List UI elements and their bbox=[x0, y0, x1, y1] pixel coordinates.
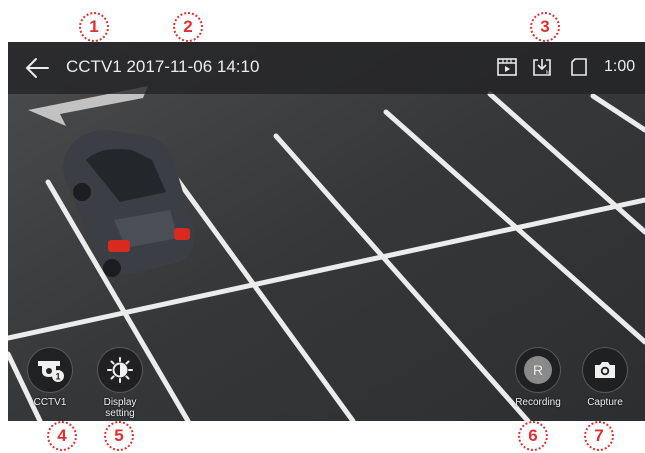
cctv-camera-icon: 1 bbox=[38, 361, 64, 382]
cctv-label: CCTV1 bbox=[33, 397, 67, 408]
cctv-badge: 1 bbox=[55, 372, 60, 382]
record-icon: R bbox=[524, 356, 552, 384]
callout-7: 7 bbox=[584, 421, 614, 451]
top-bar: CCTV1 2017-11-06 14:10 M 1:00 bbox=[8, 42, 645, 94]
svg-text:M: M bbox=[546, 70, 550, 76]
brightness-contrast-icon bbox=[107, 357, 133, 383]
display-setting-label: Display setting bbox=[103, 397, 137, 419]
sd-card-icon bbox=[571, 58, 587, 76]
camera-title: CCTV1 2017-11-06 14:10 bbox=[66, 57, 259, 77]
cctv-control: 1 CCTV1 bbox=[10, 347, 90, 408]
download-box-icon[interactable]: M bbox=[531, 56, 553, 78]
cctv-button[interactable]: 1 bbox=[27, 347, 73, 393]
camera-name: CCTV1 bbox=[66, 57, 122, 76]
film-play-icon[interactable] bbox=[496, 56, 518, 78]
callout-5: 5 bbox=[104, 421, 134, 451]
display-setting-control: Display setting bbox=[80, 347, 160, 419]
callout-1: 1 bbox=[79, 12, 109, 42]
camera-icon bbox=[595, 362, 615, 378]
battery-time: 1:00 bbox=[604, 58, 636, 75]
recording-button[interactable]: R bbox=[515, 347, 561, 393]
capture-button[interactable] bbox=[582, 347, 628, 393]
callout-2: 2 bbox=[173, 12, 203, 42]
capture-label: Capture bbox=[587, 397, 623, 408]
capture-control: Capture bbox=[565, 347, 645, 408]
recording-datetime: 2017-11-06 14:10 bbox=[126, 57, 260, 76]
cctv-live-view-screen: CCTV1 2017-11-06 14:10 M 1:00 1 CCTV1 Di… bbox=[8, 42, 645, 421]
callout-3: 3 bbox=[530, 12, 560, 42]
display-setting-button[interactable] bbox=[97, 347, 143, 393]
callout-6: 6 bbox=[518, 421, 548, 451]
callout-4: 4 bbox=[47, 421, 77, 451]
back-button[interactable] bbox=[24, 56, 50, 80]
